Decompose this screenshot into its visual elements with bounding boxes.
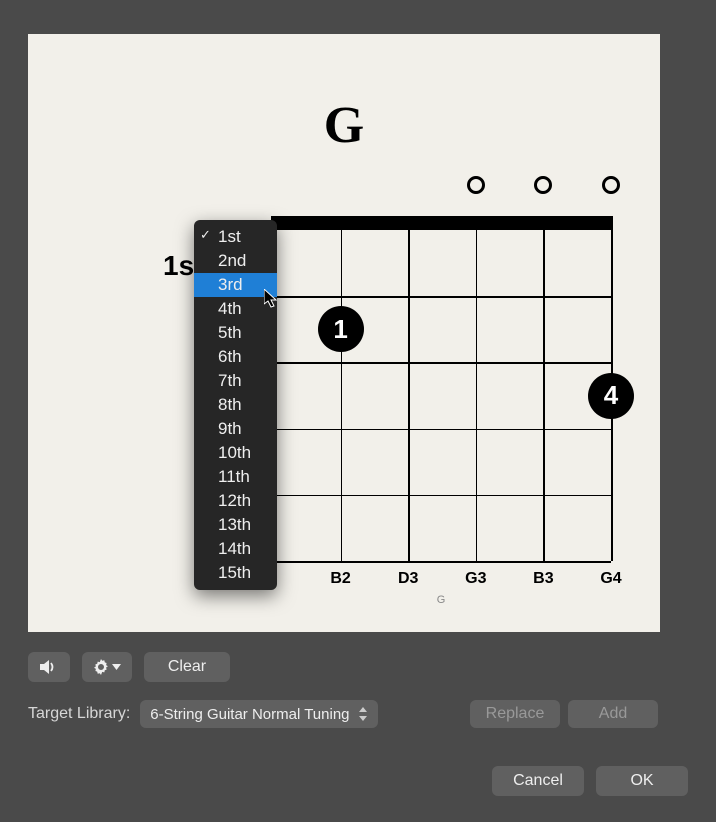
fretboard-string: [408, 230, 410, 561]
cancel-button[interactable]: Cancel: [492, 766, 584, 796]
fret-dropdown-item[interactable]: 6th: [194, 345, 277, 369]
fretboard-string: [543, 230, 545, 561]
string-note-label: B3: [533, 570, 553, 588]
string-note-label: B2: [330, 570, 350, 588]
fretboard[interactable]: 14: [273, 216, 611, 561]
toolbar: Clear: [28, 652, 230, 682]
fretboard-nut: [271, 216, 613, 230]
fretboard-fret: [273, 429, 611, 431]
finger-marker[interactable]: 1: [318, 306, 364, 352]
gear-icon: [93, 659, 109, 675]
fretboard-string: [476, 230, 478, 561]
fret-dropdown-item[interactable]: 10th: [194, 441, 277, 465]
fret-dropdown-item[interactable]: 9th: [194, 417, 277, 441]
fretboard-string: [341, 230, 343, 561]
fretboard-fret: [273, 561, 611, 563]
target-library-row: Target Library: 6-String Guitar Normal T…: [28, 700, 378, 728]
speaker-icon: [40, 659, 58, 675]
fret-dropdown-item[interactable]: 13th: [194, 513, 277, 537]
string-note-label: D3: [398, 570, 418, 588]
voicing-label: G: [437, 594, 446, 606]
fret-dropdown-item[interactable]: 12th: [194, 489, 277, 513]
dialog-buttons: Cancel OK: [492, 766, 688, 796]
fret-dropdown-item[interactable]: 5th: [194, 321, 277, 345]
finger-marker[interactable]: 4: [588, 373, 634, 419]
clear-button[interactable]: Clear: [144, 652, 230, 682]
chord-name: G: [324, 96, 364, 155]
fret-position-dropdown[interactable]: 1st2nd3rd4th5th6th7th8th9th10th11th12th1…: [194, 220, 277, 590]
add-button[interactable]: Add: [568, 700, 658, 728]
settings-button[interactable]: [82, 652, 132, 682]
fret-dropdown-item[interactable]: 8th: [194, 393, 277, 417]
chevron-down-icon: [112, 664, 121, 670]
fretboard-fret: [273, 362, 611, 364]
chord-editor-canvas: G 14 1st G B2D3G3B3G4: [28, 34, 660, 632]
fretboard-fret: [273, 296, 611, 298]
select-updown-icon: [358, 707, 368, 721]
fret-dropdown-item[interactable]: 1st: [194, 225, 277, 249]
open-string-marker[interactable]: [467, 176, 485, 194]
play-sound-button[interactable]: [28, 652, 70, 682]
open-string-marker[interactable]: [602, 176, 620, 194]
target-library-value: 6-String Guitar Normal Tuning: [150, 706, 349, 723]
fret-dropdown-item[interactable]: 11th: [194, 465, 277, 489]
string-note-label: G3: [465, 570, 486, 588]
target-library-select[interactable]: 6-String Guitar Normal Tuning: [140, 700, 377, 728]
fret-dropdown-item[interactable]: 14th: [194, 537, 277, 561]
fret-dropdown-item[interactable]: 4th: [194, 297, 277, 321]
string-note-label: G4: [600, 570, 621, 588]
replace-button[interactable]: Replace: [470, 700, 560, 728]
fret-dropdown-item[interactable]: 3rd: [194, 273, 277, 297]
open-string-marker[interactable]: [534, 176, 552, 194]
fret-dropdown-item[interactable]: 2nd: [194, 249, 277, 273]
fret-dropdown-item[interactable]: 15th: [194, 561, 277, 585]
fretboard-fret: [273, 495, 611, 497]
fret-dropdown-item[interactable]: 7th: [194, 369, 277, 393]
ok-button[interactable]: OK: [596, 766, 688, 796]
target-library-label: Target Library:: [28, 705, 130, 723]
